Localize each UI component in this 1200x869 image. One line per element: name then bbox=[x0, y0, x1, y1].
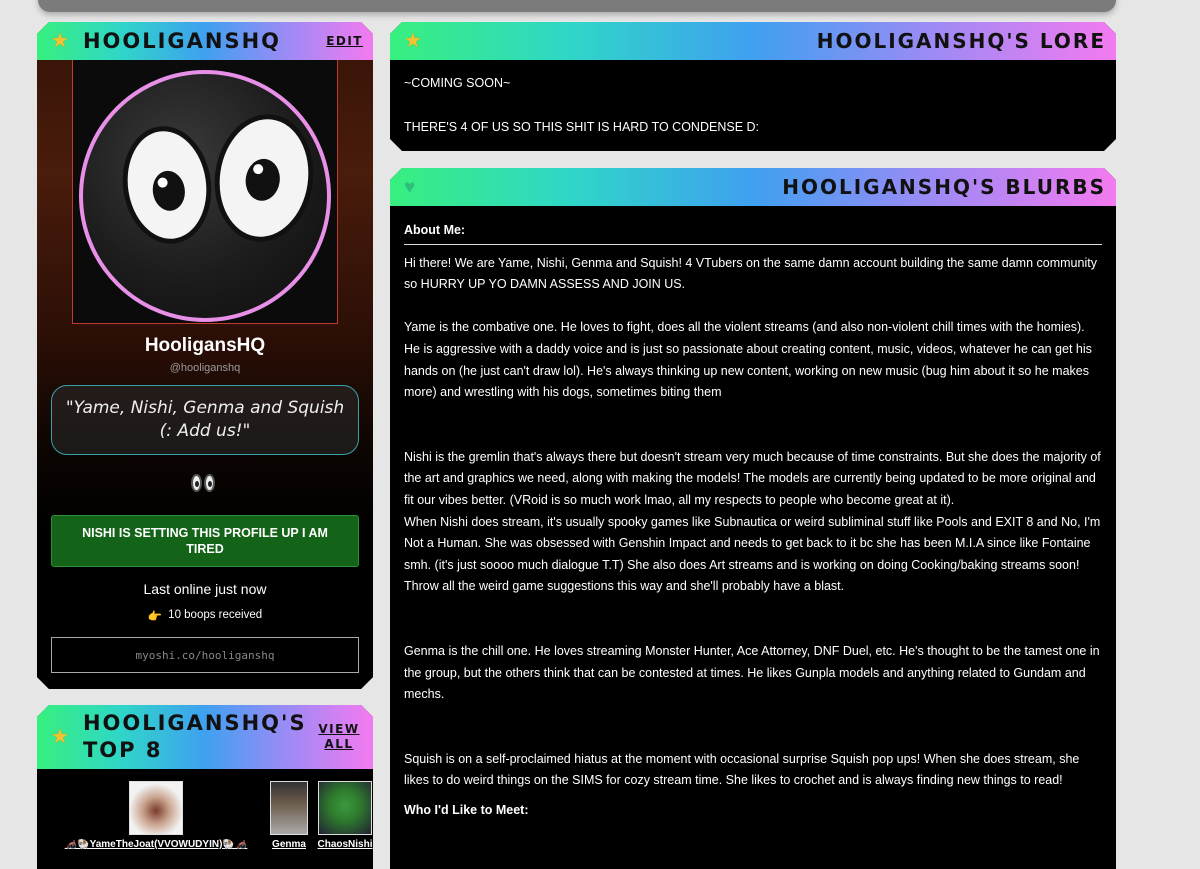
top8-card: ★ HOOLIGANSHQ'S TOP 8 VIEW ALL 🦽🐏YameThe… bbox=[37, 705, 373, 869]
profile-url-field[interactable]: myoshi.co/hooliganshq bbox=[51, 637, 359, 673]
blurbs-body: About Me: Hi there! We are Yame, Nishi, … bbox=[390, 206, 1116, 835]
star-icon: ★ bbox=[51, 726, 69, 748]
edit-link[interactable]: EDIT bbox=[326, 34, 363, 48]
profile-header: ★ HOOLIGANSHQ EDIT bbox=[37, 22, 373, 60]
friend-item[interactable]: Genma bbox=[267, 781, 311, 850]
blurbs-title: HOOLIGANSHQ'S BLURBS bbox=[782, 175, 1106, 199]
right-eye bbox=[207, 108, 322, 248]
avatar[interactable] bbox=[72, 60, 338, 324]
blurbs-card: ♥ HOOLIGANSHQ'S BLURBS About Me: Hi ther… bbox=[390, 168, 1116, 869]
intro-paragraph: Hi there! We are Yame, Nishi, Genma and … bbox=[404, 255, 1097, 292]
profile-quote: "Yame, Nishi, Genma and Squish (: Add us… bbox=[51, 385, 359, 455]
friends-list: 🦽🐏YameTheJoat(VVOWUDYIN)🐏🦽 Genma ChaosNi… bbox=[37, 769, 373, 869]
lore-card: ★ HOOLIGANSHQ'S LORE ~COMING SOON~ THERE… bbox=[390, 22, 1116, 151]
pointing-hand-icon: 👉 bbox=[147, 611, 163, 623]
friend-avatar[interactable] bbox=[129, 781, 183, 835]
friend-name[interactable]: Genma bbox=[272, 839, 306, 850]
lore-body: ~COMING SOON~ THERE'S 4 OF US SO THIS SH… bbox=[390, 60, 1116, 150]
profile-card: ★ HOOLIGANSHQ EDIT HooligansHQ @hooligan… bbox=[37, 22, 373, 689]
friend-item[interactable]: ChaosNishi bbox=[317, 781, 373, 850]
lore-line: ~COMING SOON~ bbox=[404, 76, 511, 90]
friend-avatar[interactable] bbox=[270, 781, 308, 835]
user-handle: @hooliganshq bbox=[169, 362, 241, 374]
lore-title: HOOLIGANSHQ'S LORE bbox=[816, 29, 1106, 53]
blurbs-header: ♥ HOOLIGANSHQ'S BLURBS bbox=[390, 168, 1116, 206]
friend-avatar[interactable] bbox=[318, 781, 372, 835]
view-all-link[interactable]: VIEW ALL bbox=[315, 722, 363, 752]
googly-eyes-avatar-icon bbox=[79, 70, 331, 322]
boops-text: 10 boops received bbox=[168, 609, 263, 621]
friend-name[interactable]: ChaosNishi bbox=[317, 839, 372, 850]
star-icon: ★ bbox=[51, 30, 69, 52]
squish-paragraph: Squish is on a self-proclaimed hiatus at… bbox=[404, 751, 1080, 788]
friend-name[interactable]: 🦽🐏YameTheJoat(VVOWUDYIN)🐏🦽 bbox=[65, 839, 248, 850]
lore-line: THERE'S 4 OF US SO THIS SHIT IS HARD TO … bbox=[404, 120, 759, 134]
status-banner: NISHI IS SETTING THIS PROFILE UP I AM TI… bbox=[51, 515, 359, 567]
top8-title: HOOLIGANSHQ'S TOP 8 bbox=[82, 711, 307, 762]
friend-item[interactable]: 🦽🐏YameTheJoat(VVOWUDYIN)🐏🦽 bbox=[53, 781, 259, 850]
boops-counter[interactable]: 👉 10 boops received bbox=[37, 609, 373, 623]
who-to-meet-heading: Who I'd Like to Meet: bbox=[404, 802, 529, 817]
left-eye bbox=[115, 120, 219, 249]
eyes-emoji-icon bbox=[191, 474, 215, 492]
yame-paragraph: Yame is the combative one. He loves to f… bbox=[404, 320, 1092, 400]
profile-body: HooligansHQ @hooliganshq "Yame, Nishi, G… bbox=[37, 60, 373, 689]
last-online: Last online just now bbox=[143, 581, 267, 597]
profile-header-title: HOOLIGANSHQ bbox=[82, 29, 282, 53]
green-heart-icon: ♥ bbox=[404, 176, 416, 198]
top-bar bbox=[38, 0, 1116, 12]
lore-header: ★ HOOLIGANSHQ'S LORE bbox=[390, 22, 1116, 60]
star-icon: ★ bbox=[404, 30, 422, 52]
top8-header: ★ HOOLIGANSHQ'S TOP 8 VIEW ALL bbox=[37, 705, 373, 769]
about-me-heading: About Me: bbox=[404, 220, 1102, 245]
display-name: HooligansHQ bbox=[144, 335, 266, 356]
genma-paragraph: Genma is the chill one. He loves streami… bbox=[404, 643, 1100, 702]
nishi-stream-paragraph: When Nishi does stream, it's usually spo… bbox=[404, 514, 1101, 594]
nishi-paragraph: Nishi is the gremlin that's always there… bbox=[404, 449, 1101, 507]
